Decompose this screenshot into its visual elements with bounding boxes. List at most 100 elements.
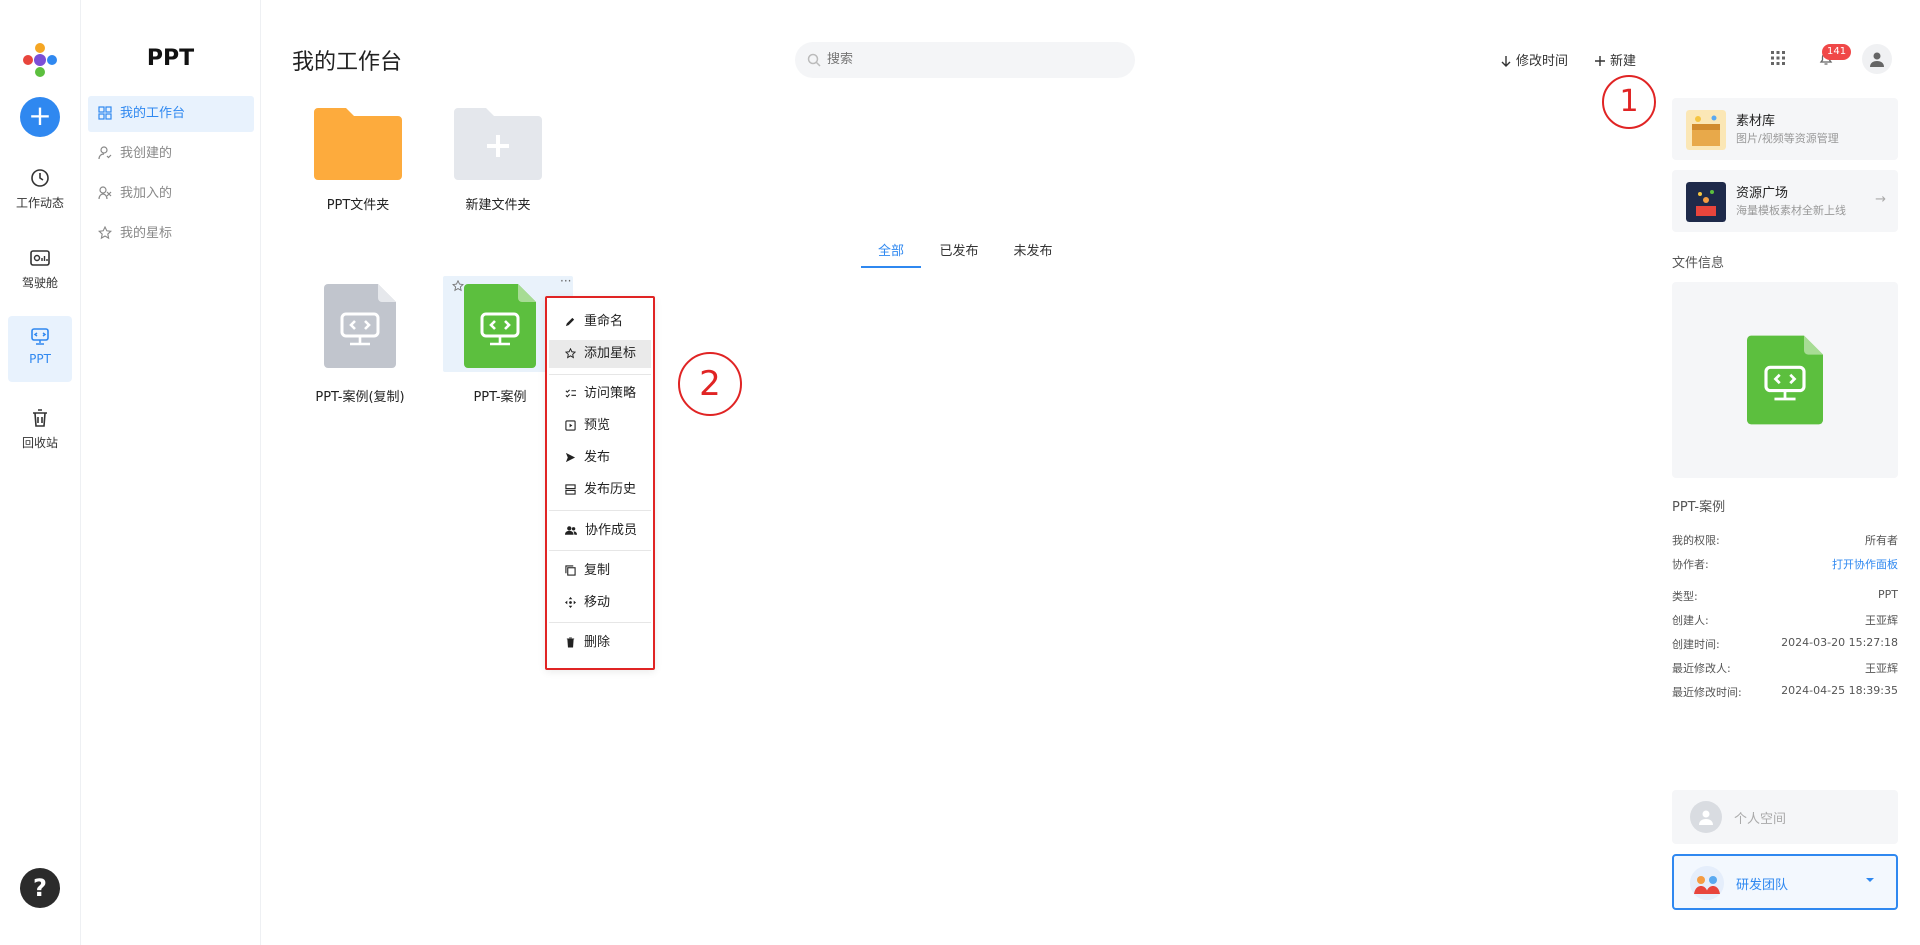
move-icon: [565, 597, 576, 608]
menu-item-members[interactable]: 协作成员: [549, 517, 651, 545]
tab-unpublished[interactable]: 未发布: [1009, 240, 1057, 268]
subnav-item-joined[interactable]: 我加入的: [88, 176, 254, 212]
menu-item-label: 删除: [584, 635, 611, 650]
info-row-modifier: 最近修改人: 王亚辉: [1672, 660, 1898, 676]
folder-icon: [314, 108, 402, 180]
tab-published[interactable]: 已发布: [935, 240, 983, 268]
tab-all[interactable]: 全部: [861, 240, 921, 268]
menu-item-publish[interactable]: 发布: [549, 444, 651, 472]
info-key: 协作者:: [1672, 558, 1709, 571]
info-value: 2024-04-25 18:39:35: [1781, 684, 1898, 697]
resource-square-card[interactable]: 资源广场 海量模板素材全新上线 →: [1672, 170, 1898, 232]
sort-label: 修改时间: [1516, 54, 1569, 69]
subnav-item-starred[interactable]: 我的星标: [88, 216, 254, 252]
info-value: 王亚辉: [1865, 662, 1898, 675]
star-icon[interactable]: [452, 280, 464, 292]
info-key: 类型:: [1672, 590, 1698, 603]
more-icon[interactable]: ···: [560, 274, 571, 288]
menu-item-label: 协作成员: [585, 523, 638, 538]
menu-item-label: 复制: [584, 563, 611, 578]
file-info-label: 文件信息: [1672, 256, 1725, 271]
menu-item-label: 访问策略: [584, 386, 637, 401]
search-box[interactable]: [795, 42, 1135, 78]
rail-item-trash[interactable]: 回收站: [8, 398, 72, 464]
personal-space-switch[interactable]: 个人空间: [1672, 790, 1898, 844]
ppt-file-icon: [1747, 335, 1823, 425]
menu-item-label: 添加星标: [584, 346, 637, 361]
subnav-item-label: 我加入的: [120, 186, 173, 201]
chevron-down-icon: [1866, 878, 1874, 882]
users-icon: [98, 186, 112, 200]
subnav-item-label: 我创建的: [120, 146, 173, 161]
info-row-created-time: 创建时间: 2024-03-20 15:27:18: [1672, 636, 1898, 652]
info-row-creator: 创建人: 王亚辉: [1672, 612, 1898, 628]
subnav-item-workspace[interactable]: 我的工作台: [88, 96, 254, 132]
page-title: 我的工作台: [292, 50, 403, 75]
personal-avatar: [1690, 801, 1722, 833]
menu-item-access-policy[interactable]: 访问策略: [549, 380, 651, 408]
help-button[interactable]: ?: [20, 868, 60, 908]
new-button[interactable]: 新建: [1594, 50, 1636, 69]
file-info-name: PPT-案例: [1672, 500, 1726, 515]
trash-icon: [566, 637, 575, 648]
create-button[interactable]: +: [20, 97, 60, 137]
subnav-item-label: 我的工作台: [120, 106, 186, 121]
file-item[interactable]: PPT-案例(复制): [290, 276, 430, 406]
info-value: PPT: [1878, 588, 1898, 601]
info-row-collaborators: 协作者: 打开协作面板: [1672, 556, 1898, 572]
ppt-icon: [31, 328, 49, 345]
notification-badge: 141: [1822, 44, 1852, 60]
rail-item-label: 驾驶舱: [21, 276, 58, 290]
material-library-icon: [1686, 110, 1726, 150]
menu-item-publish-history[interactable]: 发布历史: [549, 476, 651, 504]
menu-item-add-star[interactable]: 添加星标: [549, 340, 651, 368]
pencil-icon: [565, 317, 575, 327]
material-library-card[interactable]: 素材库 图片/视频等资源管理: [1672, 98, 1898, 160]
open-collab-panel-link[interactable]: 打开协作面板: [1832, 556, 1898, 572]
info-row-type: 类型: PPT: [1672, 588, 1898, 604]
grid-icon: [98, 106, 112, 120]
rail-item-label: 工作动态: [15, 196, 64, 210]
menu-divider: [549, 374, 651, 375]
search-input[interactable]: [827, 52, 1107, 67]
menu-item-move[interactable]: 移动: [549, 589, 651, 617]
rail-item-ppt[interactable]: PPT: [8, 316, 72, 382]
team-selector[interactable]: 研发团队: [1672, 854, 1898, 910]
folder-label: PPT文件夹: [326, 198, 390, 213]
subnav-item-created[interactable]: 我创建的: [88, 136, 254, 172]
subnav-title: PPT: [146, 46, 195, 71]
info-row-modified-time: 最近修改时间: 2024-04-25 18:39:35: [1672, 684, 1898, 700]
personal-space-label: 个人空间: [1734, 812, 1787, 827]
apps-grid-icon[interactable]: [1770, 50, 1786, 66]
rail-item-cockpit[interactable]: 驾驶舱: [8, 238, 72, 304]
info-value: 所有者: [1865, 534, 1898, 547]
plus-icon: [1595, 56, 1605, 66]
rail-item-activity[interactable]: 工作动态: [8, 158, 72, 224]
card-title: 素材库: [1736, 114, 1776, 129]
app-root: + 工作动态 驾驶舱 PPT 回收站 ? PPT 我的工作台 我创建的 我加入的: [0, 0, 1920, 945]
arrow-right-icon: →: [1875, 192, 1886, 207]
file-preview: [1672, 282, 1898, 478]
subnav-item-label: 我的星标: [120, 226, 173, 241]
user-avatar-icon: [1699, 810, 1713, 825]
rail-item-label: PPT: [29, 352, 51, 366]
folder-label: 新建文件夹: [465, 198, 531, 213]
menu-item-delete[interactable]: 删除: [549, 629, 651, 657]
dashboard-icon: [30, 250, 50, 266]
avatar[interactable]: [1862, 44, 1892, 74]
info-key: 最近修改人:: [1672, 662, 1731, 675]
menu-item-copy[interactable]: 复制: [549, 557, 651, 585]
user-avatar-icon: [1870, 52, 1884, 67]
card-subtitle: 图片/视频等资源管理: [1736, 132, 1839, 145]
sort-button[interactable]: 修改时间: [1500, 50, 1568, 69]
folder-new[interactable]: 新建文件夹: [438, 108, 558, 213]
menu-item-preview[interactable]: 预览: [549, 412, 651, 440]
card-subtitle: 海量模板素材全新上线: [1736, 204, 1846, 217]
annotation-marker-1: 1: [1602, 75, 1656, 129]
folder-ppt[interactable]: PPT文件夹: [298, 108, 418, 213]
app-logo-icon: [23, 43, 57, 77]
menu-item-rename[interactable]: 重命名: [549, 308, 651, 336]
preview-icon: [565, 420, 576, 431]
new-label: 新建: [1610, 54, 1637, 69]
user-icon: [98, 146, 112, 160]
